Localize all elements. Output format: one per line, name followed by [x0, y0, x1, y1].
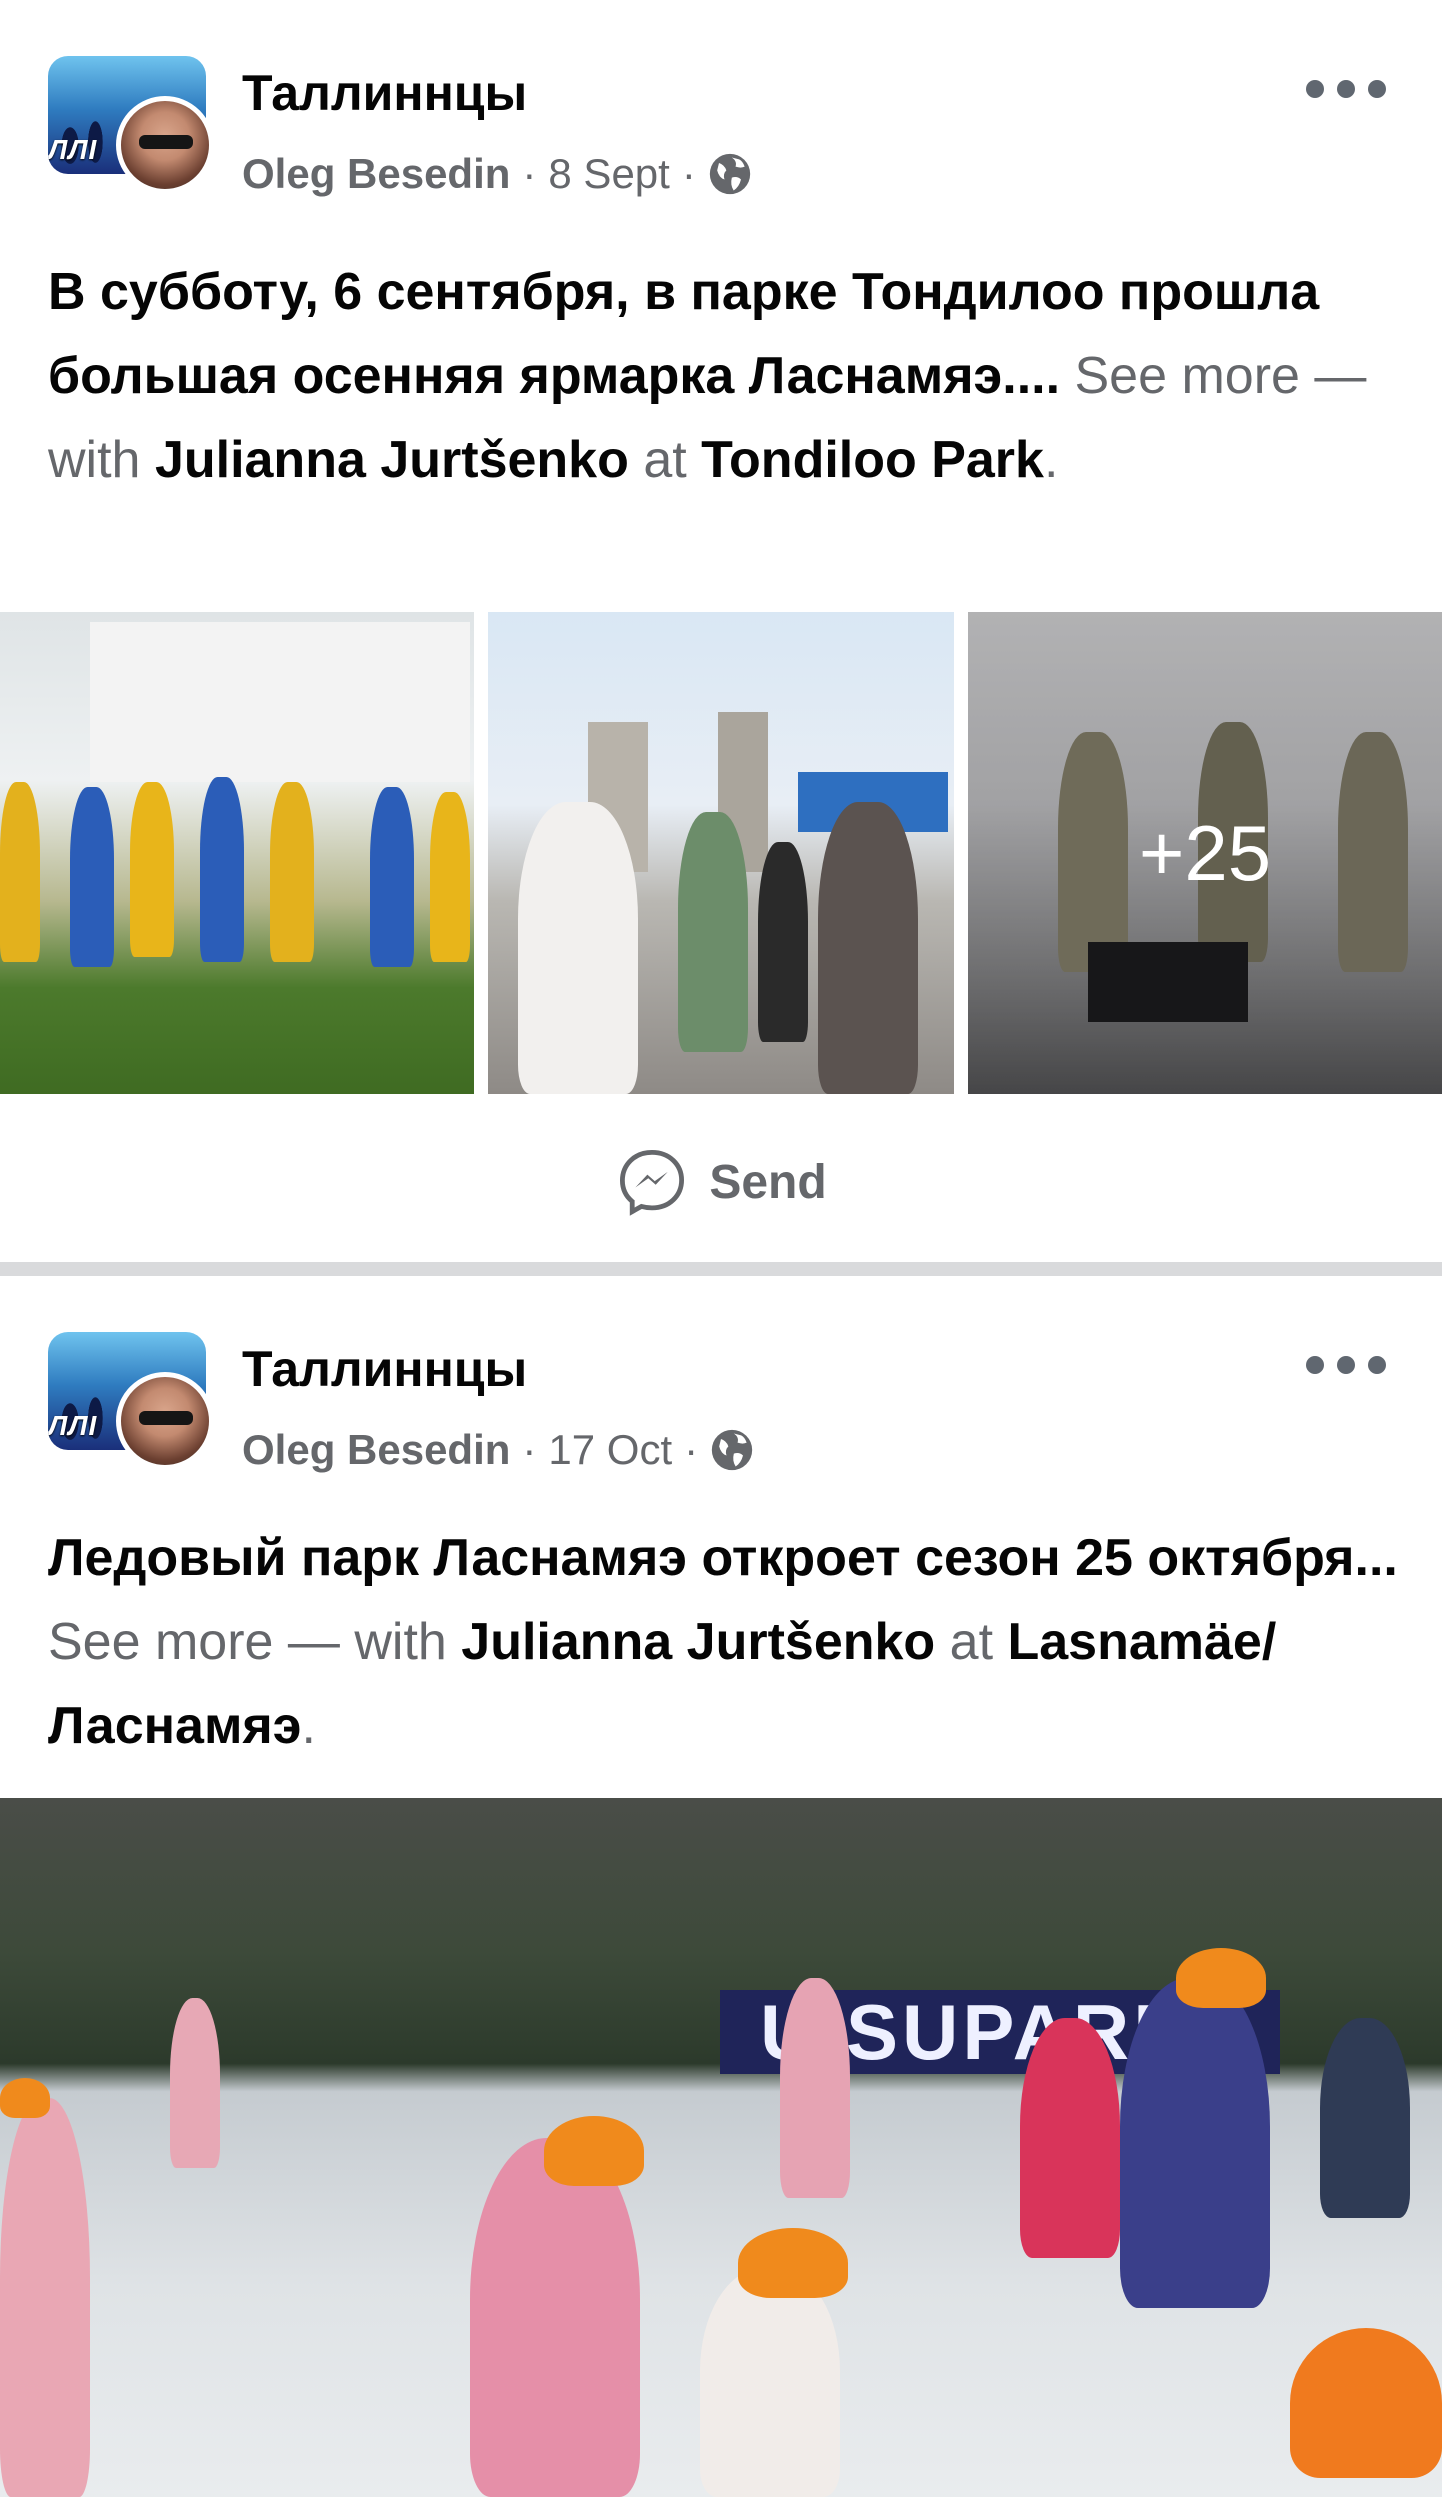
at-text: at [949, 1613, 994, 1671]
more-photos-count[interactable]: +25 [968, 612, 1442, 1094]
period: . [301, 1697, 316, 1755]
post-text-main: Ледовый парк Ласнамяэ откроет сезон 25 о… [48, 1529, 1398, 1587]
photo-clowns[interactable] [0, 612, 474, 1094]
tent-graphic [90, 622, 470, 782]
performer-graphic [430, 792, 470, 962]
author-avatar[interactable] [116, 96, 214, 194]
globe-icon [711, 1429, 753, 1471]
skater-graphic [170, 1998, 220, 2168]
see-more-link[interactable]: See more [48, 1613, 273, 1671]
more-dot-icon [1306, 1356, 1324, 1374]
group-avatar-text: ЛЛI [48, 1410, 98, 1441]
helmet-graphic [544, 2116, 644, 2186]
seal-skating-aid-graphic [1290, 2328, 1442, 2478]
author-name-link[interactable]: Oleg Besedin [242, 150, 510, 198]
visitor-graphic [758, 842, 808, 1042]
performer-graphic [130, 782, 174, 957]
performer-graphic [270, 782, 314, 962]
messenger-icon [620, 1149, 685, 1216]
more-dot-icon [1337, 80, 1355, 98]
tagged-person-link[interactable]: Julianna Jurtšenko [155, 431, 629, 489]
more-dot-icon [1368, 1356, 1386, 1374]
group-name-link[interactable]: Таллиннцы [242, 1340, 527, 1398]
visitor-graphic [518, 802, 638, 1094]
post-text: В субботу, 6 сентября, в парке Тондилоо … [48, 250, 1408, 502]
tagged-person-link[interactable]: Julianna Jurtšenko [461, 1613, 935, 1671]
post-date[interactable]: 17 Oct [548, 1426, 672, 1474]
helmet-graphic [738, 2228, 848, 2298]
with-text: — with [287, 1613, 447, 1671]
skater-graphic [700, 2268, 840, 2497]
visitor-graphic [678, 812, 748, 1052]
meta-separator: · [522, 150, 537, 197]
skater-graphic [470, 2138, 640, 2497]
photo-fair-crowd[interactable] [488, 612, 954, 1094]
globe-icon [709, 153, 751, 195]
skater-graphic [1320, 2018, 1410, 2218]
meta-separator: · [522, 1426, 537, 1473]
meta-separator: · [684, 1426, 699, 1473]
skater-graphic [1120, 1978, 1270, 2308]
post-meta: Oleg Besedin · 17 Oct · [242, 1426, 754, 1474]
author-avatar[interactable] [116, 1372, 214, 1470]
post-separator [0, 1262, 1442, 1276]
performer-graphic [70, 787, 114, 967]
feed-post: ЛЛI Таллиннцы Oleg Besedin · 8 Sept · В … [0, 0, 1442, 1262]
location-link[interactable]: Tondiloo Park [701, 431, 1044, 489]
more-dot-icon [1368, 80, 1386, 98]
performer-graphic [370, 787, 414, 967]
helmet-graphic [1176, 1948, 1266, 2008]
see-more-link[interactable]: See more [1075, 347, 1300, 405]
post-avatars[interactable]: ЛЛI [48, 1332, 214, 1470]
more-options-button[interactable] [1306, 74, 1386, 104]
group-name-link[interactable]: Таллиннцы [242, 64, 527, 122]
more-options-button[interactable] [1306, 1350, 1386, 1380]
skater-graphic [0, 2098, 90, 2497]
performer-graphic [200, 777, 244, 962]
photo-stage-singers[interactable]: +25 [968, 612, 1442, 1094]
post-date[interactable]: 8 Sept [548, 150, 669, 198]
skater-graphic [1020, 2018, 1120, 2258]
at-text: at [643, 431, 687, 489]
photo-ice-rink[interactable]: UISUPARK [0, 1798, 1442, 2497]
photo-grid: +25 [0, 612, 1442, 1094]
more-dot-icon [1306, 80, 1324, 98]
sunglasses-graphic [139, 1411, 193, 1425]
author-name-link[interactable]: Oleg Besedin [242, 1426, 510, 1474]
more-dot-icon [1337, 1356, 1355, 1374]
helmet-graphic [0, 2078, 50, 2118]
visitor-graphic [818, 802, 918, 1094]
sunglasses-graphic [139, 135, 193, 149]
feed-post: ЛЛI Таллиннцы Oleg Besedin · 17 Oct · Ле… [0, 1276, 1442, 2497]
skater-graphic [780, 1978, 850, 2198]
group-avatar-text: ЛЛI [48, 134, 98, 165]
send-button[interactable]: Send [0, 1140, 1442, 1224]
performer-graphic [0, 782, 40, 962]
post-avatars[interactable]: ЛЛI [48, 56, 214, 194]
post-text: Ледовый парк Ласнамяэ откроет сезон 25 о… [48, 1516, 1408, 1768]
meta-separator: · [681, 150, 696, 197]
send-label: Send [709, 1155, 827, 1209]
post-meta: Oleg Besedin · 8 Sept · [242, 150, 752, 198]
period: . [1043, 431, 1059, 489]
